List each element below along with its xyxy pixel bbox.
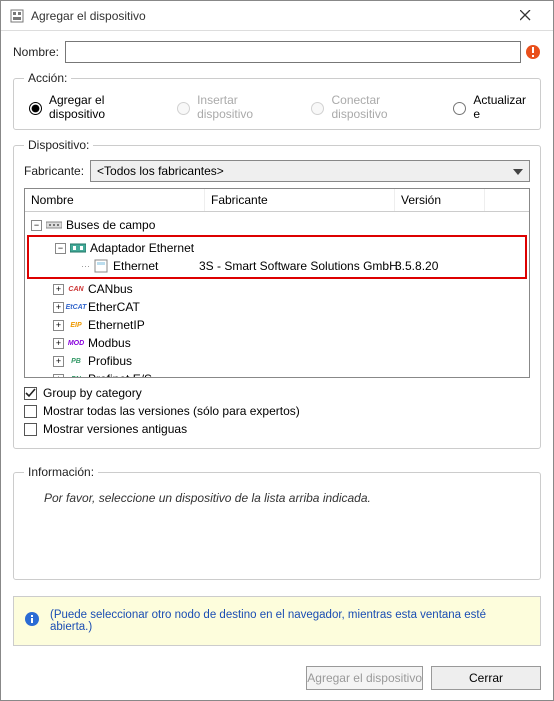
tree-item[interactable]: +EtCATEtherCAT (27, 298, 527, 316)
protocol-icon: EtCAT (68, 300, 84, 314)
device-icon (93, 259, 109, 273)
check-all-versions[interactable]: Mostrar todas las versiones (sólo para e… (24, 404, 530, 418)
expand-icon[interactable]: + (53, 284, 64, 295)
radio-insert: Insertar dispositivo (172, 93, 288, 121)
tree-ethernet-adapter[interactable]: − Adaptador Ethernet (29, 239, 525, 257)
collapse-icon[interactable]: − (31, 220, 42, 231)
expand-icon[interactable]: + (53, 302, 64, 313)
device-legend: Dispositivo: (24, 138, 93, 152)
col-vendor[interactable]: Fabricante (205, 189, 395, 211)
collapse-icon[interactable]: − (55, 243, 66, 254)
button-row: Agregar el dispositivo Cerrar (1, 656, 553, 700)
protocol-icon: PB (68, 354, 84, 368)
hint-text: (Puede seleccionar otro nodo de destino … (50, 609, 530, 633)
tree-root[interactable]: − Buses de campo (27, 216, 527, 234)
col-name[interactable]: Nombre (25, 189, 205, 211)
close-icon (520, 10, 531, 21)
fieldbus-icon (46, 218, 62, 232)
radio-update[interactable]: Actualizar e (448, 93, 530, 121)
list-body[interactable]: − Buses de campo − Adaptador Ethernet (25, 212, 529, 377)
checkbox-icon (24, 387, 37, 400)
name-input[interactable] (65, 41, 521, 63)
name-label: Nombre: (13, 45, 59, 59)
info-group: Información: Por favor, seleccione un di… (13, 465, 541, 580)
titlebar: Agregar el dispositivo (1, 1, 553, 31)
radio-add[interactable]: Agregar el dispositivo (24, 93, 154, 121)
info-text: Por favor, seleccione un dispositivo de … (24, 487, 530, 509)
ethernet-adapter-icon (70, 241, 86, 255)
tree-item[interactable]: +EIPEthernetIP (27, 316, 527, 334)
dialog-window: Agregar el dispositivo Nombre: Acción: A… (0, 0, 554, 701)
vendor-select[interactable]: <Todos los fabricantes> (90, 160, 530, 182)
protocol-icon: PN (68, 372, 84, 377)
col-version[interactable]: Versión (395, 189, 485, 211)
close-dialog-button[interactable]: Cerrar (431, 666, 541, 690)
highlighted-selection: − Adaptador Ethernet ⋯ Ethernet 3S - Sma… (27, 235, 527, 279)
device-list[interactable]: Nombre Fabricante Versión − Buses de cam… (24, 188, 530, 378)
list-header: Nombre Fabricante Versión (25, 189, 529, 212)
tree-item[interactable]: +CANCANbus (27, 280, 527, 298)
hint-panel: (Puede seleccionar otro nodo de destino … (13, 596, 541, 646)
chevron-down-icon (513, 164, 523, 178)
add-device-button: Agregar el dispositivo (306, 666, 423, 690)
tree-item[interactable]: +MODModbus (27, 334, 527, 352)
info-icon (24, 611, 40, 627)
warning-icon (525, 44, 541, 60)
expand-icon[interactable]: + (53, 356, 64, 367)
tree-item[interactable]: +PNProfinet E/S (27, 370, 527, 377)
protocol-icon: CAN (68, 282, 84, 296)
expand-icon[interactable]: + (53, 338, 64, 349)
app-icon (9, 8, 25, 24)
window-title: Agregar el dispositivo (31, 9, 505, 23)
vendor-label: Fabricante: (24, 164, 84, 178)
protocol-icon: EIP (68, 318, 84, 332)
info-legend: Información: (24, 465, 98, 479)
checkbox-icon (24, 423, 37, 436)
tree-item[interactable]: +PBProfibus (27, 352, 527, 370)
radio-connect: Conectar dispositivo (306, 93, 430, 121)
device-group: Dispositivo: Fabricante: <Todos los fabr… (13, 138, 541, 449)
expand-icon[interactable]: + (53, 320, 64, 331)
check-old-versions[interactable]: Mostrar versiones antiguas (24, 422, 530, 436)
protocol-icon: MOD (68, 336, 84, 350)
checkbox-icon (24, 405, 37, 418)
tree-ethernet[interactable]: ⋯ Ethernet 3S - Smart Software Solutions… (29, 257, 525, 275)
action-group: Acción: Agregar el dispositivo Insertar … (13, 71, 541, 130)
expand-icon[interactable]: + (53, 374, 64, 378)
check-group-category[interactable]: Group by category (24, 386, 530, 400)
action-legend: Acción: (24, 71, 71, 85)
close-button[interactable] (505, 2, 545, 30)
